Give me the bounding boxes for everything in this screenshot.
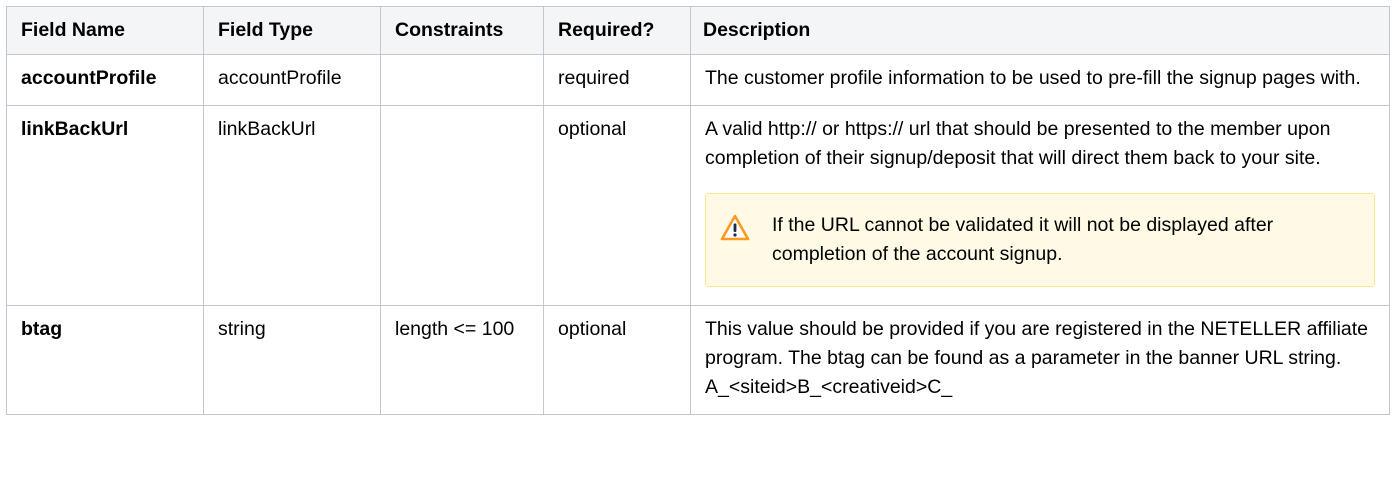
field-type-cell: string [203,305,381,415]
constraints-cell [380,54,544,106]
header-field-type: Field Type [203,6,381,55]
field-name-cell: accountProfile [6,54,204,106]
description-text: The customer profile information to be u… [705,67,1361,89]
field-name-cell: linkBackUrl [6,105,204,306]
constraints-cell: length <= 100 [380,305,544,415]
warning-icon [720,214,750,241]
field-name-cell: btag [6,305,204,415]
warning-panel: If the URL cannot be validated it will n… [705,193,1375,287]
table-header-row: Field Name Field Type Constraints Requir… [6,6,1390,55]
required-cell: optional [543,105,691,306]
required-cell: optional [543,305,691,415]
description-cell: A valid http:// or https:// url that sho… [690,105,1390,306]
constraints-cell [380,105,544,306]
table-row: linkBackUrl linkBackUrl optional A valid… [6,105,1390,306]
field-type-cell: linkBackUrl [203,105,381,306]
table-row: accountProfile accountProfile required T… [6,54,1390,106]
fields-table: Field Name Field Type Constraints Requir… [6,6,1390,415]
description-cell: The customer profile information to be u… [690,54,1390,106]
header-required: Required? [543,6,691,55]
field-type-cell: accountProfile [203,54,381,106]
header-field-name: Field Name [6,6,204,55]
table-row: btag string length <= 100 optional This … [6,305,1390,415]
description-text: A valid http:// or https:// url that sho… [705,118,1331,169]
warning-text: If the URL cannot be validated it will n… [772,214,1274,265]
description-cell: This value should be provided if you are… [690,305,1390,415]
required-cell: required [543,54,691,106]
header-description: Description [690,6,1390,55]
description-text: This value should be provided if you are… [705,318,1369,398]
header-constraints: Constraints [380,6,544,55]
